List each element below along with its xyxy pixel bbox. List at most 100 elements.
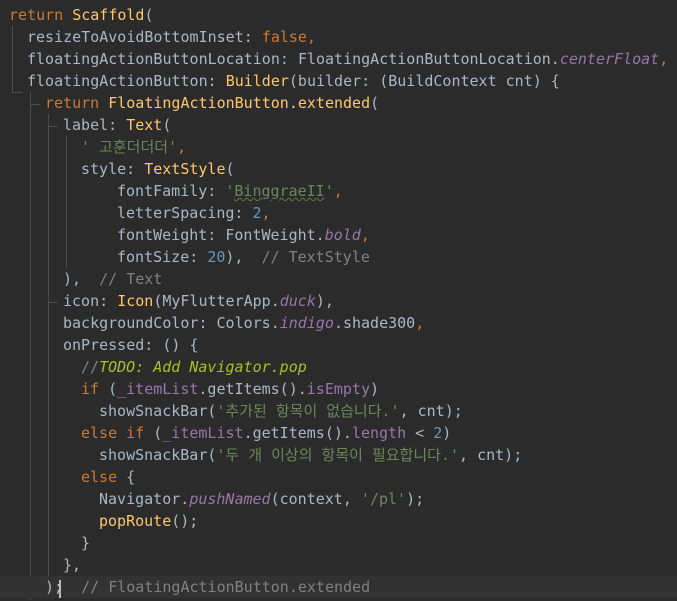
code-token: centerFloat bbox=[559, 50, 660, 68]
code-token: fontFamily: bbox=[117, 182, 226, 200]
code-token: pushNamed bbox=[189, 490, 271, 508]
code-line[interactable]: backgroundColor: Colors.indigo.shade300, bbox=[0, 312, 677, 334]
code-token: , bbox=[306, 28, 316, 46]
code-line[interactable]: floatingActionButtonLocation: FloatingAc… bbox=[0, 48, 677, 70]
code-line[interactable]: } bbox=[0, 532, 677, 554]
code-line[interactable]: showSnackBar('두 개 이상의 항목이 필요합니다.', cnt); bbox=[0, 444, 677, 466]
code-line[interactable]: fontSize: 20), // TextStyle bbox=[0, 246, 677, 268]
code-line-content: floatingActionButton: Builder(builder: (… bbox=[27, 70, 560, 92]
code-token: FontWeight. bbox=[225, 226, 325, 244]
code-token: , cnt); bbox=[459, 446, 523, 464]
code-token: ), bbox=[225, 248, 262, 266]
code-line-content: onPressed: () { bbox=[63, 334, 198, 356]
code-line[interactable]: resizeToAvoidBottomInset: false, bbox=[0, 26, 677, 48]
code-line[interactable]: letterSpacing: 2, bbox=[0, 202, 677, 224]
code-token: , bbox=[415, 314, 425, 332]
code-token: icon: bbox=[63, 292, 118, 310]
code-token: (MyFlutterApp. bbox=[153, 292, 280, 310]
code-token: '추가된 항목이 없습니다.' bbox=[216, 402, 400, 420]
code-token: return bbox=[9, 6, 73, 24]
code-token: (context, bbox=[270, 490, 361, 508]
code-line-content: letterSpacing: 2, bbox=[117, 202, 271, 224]
code-line[interactable]: ); // FloatingActionButton.extended bbox=[0, 576, 677, 598]
code-line-content: style: TextStyle( bbox=[81, 158, 235, 180]
code-line[interactable]: icon: Icon(MyFlutterApp.duck), bbox=[0, 290, 677, 312]
code-line[interactable]: return FloatingActionButton.extended( bbox=[0, 92, 677, 114]
code-token: ( bbox=[144, 6, 154, 24]
code-line[interactable]: style: TextStyle( bbox=[0, 158, 677, 180]
code-token: } bbox=[81, 534, 91, 552]
code-editor[interactable]: return Scaffold(resizeToAvoidBottomInset… bbox=[0, 0, 677, 601]
code-token: else if bbox=[81, 424, 154, 442]
code-token: TextStyle bbox=[144, 160, 226, 178]
code-token: _itemList bbox=[162, 424, 244, 442]
code-line-content: backgroundColor: Colors.indigo.shade300, bbox=[63, 312, 424, 334]
code-token: ) bbox=[442, 424, 452, 442]
code-token: '두 개 이상의 항목이 필요합니다.' bbox=[216, 446, 460, 464]
code-line-content: ); // FloatingActionButton.extended bbox=[45, 576, 370, 598]
code-token: onPressed: () { bbox=[63, 336, 199, 354]
code-token: , bbox=[659, 50, 669, 68]
code-line-content: if (_itemList.getItems().isEmpty) bbox=[81, 378, 379, 400]
code-line-content: fontSize: 20), // TextStyle bbox=[117, 246, 370, 268]
code-line-content: popRoute(); bbox=[99, 510, 198, 532]
code-token: backgroundColor: bbox=[63, 314, 217, 332]
code-token: ) bbox=[370, 380, 380, 398]
code-token: fontWeight: bbox=[117, 226, 226, 244]
code-token: Colors. bbox=[216, 314, 280, 332]
code-line[interactable]: if (_itemList.getItems().isEmpty) bbox=[0, 378, 677, 400]
code-token: _itemList bbox=[117, 380, 199, 398]
code-line[interactable]: popRoute(); bbox=[0, 510, 677, 532]
code-token: showSnackBar( bbox=[99, 446, 217, 464]
code-line[interactable]: floatingActionButton: Builder(builder: (… bbox=[0, 70, 677, 92]
code-token: floatingActionButtonLocation: bbox=[27, 50, 298, 68]
code-line[interactable]: else { bbox=[0, 466, 677, 488]
code-token: ), bbox=[63, 270, 100, 288]
code-token: BinggraeII bbox=[234, 182, 325, 200]
code-line-content: icon: Icon(MyFlutterApp.duck), bbox=[63, 290, 334, 312]
code-line-content: Navigator.pushNamed(context, '/pl'); bbox=[99, 488, 424, 510]
code-token: Scaffold bbox=[72, 6, 145, 24]
code-token: 20 bbox=[207, 248, 226, 266]
code-line[interactable]: Navigator.pushNamed(context, '/pl'); bbox=[0, 488, 677, 510]
code-token: style: bbox=[81, 160, 145, 178]
code-token: '/pl' bbox=[360, 490, 407, 508]
code-token: if bbox=[81, 380, 109, 398]
code-line[interactable]: ' 고훈더더더', bbox=[0, 136, 677, 158]
code-line-content: floatingActionButtonLocation: FloatingAc… bbox=[27, 48, 668, 70]
code-line-content: return FloatingActionButton.extended( bbox=[45, 92, 379, 114]
code-line[interactable]: label: Text( bbox=[0, 114, 677, 136]
code-line[interactable]: onPressed: () { bbox=[0, 334, 677, 356]
code-token: ' bbox=[324, 182, 334, 200]
code-line[interactable]: showSnackBar('추가된 항목이 없습니다.', cnt); bbox=[0, 400, 677, 422]
code-token: }, bbox=[63, 556, 82, 574]
code-line[interactable]: //TODO: Add Navigator.pop bbox=[0, 356, 677, 378]
code-token: (); bbox=[171, 512, 199, 530]
code-line-content: else { bbox=[81, 466, 135, 488]
code-line[interactable]: else if (_itemList.getItems().length < 2… bbox=[0, 422, 677, 444]
code-token: ); bbox=[406, 490, 425, 508]
code-token: (builder: (BuildContext cnt) { bbox=[288, 72, 560, 90]
code-token: .getItems(). bbox=[243, 424, 352, 442]
code-token: length bbox=[351, 424, 407, 442]
code-token: < bbox=[406, 424, 434, 442]
code-line[interactable]: return Scaffold( bbox=[0, 4, 677, 26]
code-line-content: ' 고훈더더더', bbox=[81, 136, 186, 158]
code-token: Icon bbox=[117, 292, 154, 310]
code-token: Text bbox=[126, 116, 163, 134]
code-line[interactable]: fontWeight: FontWeight.bold, bbox=[0, 224, 677, 246]
code-token: FloatingActionButton.extended bbox=[108, 94, 371, 112]
code-token: ( bbox=[108, 380, 118, 398]
code-line-content: }, bbox=[63, 554, 81, 576]
code-line[interactable]: ), // Text bbox=[0, 268, 677, 290]
code-token: else bbox=[81, 468, 127, 486]
code-token: duck bbox=[279, 292, 316, 310]
code-line-content: showSnackBar('추가된 항목이 없습니다.', cnt); bbox=[99, 400, 463, 422]
code-token: label: bbox=[63, 116, 127, 134]
code-line[interactable]: fontFamily: 'BinggraeII', bbox=[0, 180, 677, 202]
code-line-content: //TODO: Add Navigator.pop bbox=[81, 356, 307, 378]
text-caret bbox=[59, 580, 61, 598]
code-token: bold bbox=[324, 226, 361, 244]
code-token: showSnackBar( bbox=[99, 402, 217, 420]
code-line[interactable]: }, bbox=[0, 554, 677, 576]
